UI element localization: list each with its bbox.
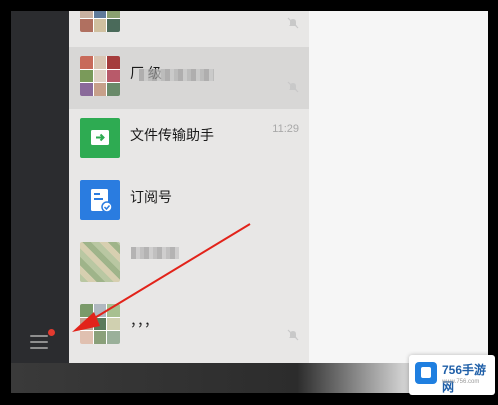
watermark-url: www.756.com <box>442 379 480 385</box>
brand-logo-icon <box>415 362 437 384</box>
watermark: 756手游网 www.756.com <box>409 355 495 395</box>
annotation-arrow <box>72 223 251 332</box>
watermark-brand: 756手游网 <box>442 363 487 394</box>
